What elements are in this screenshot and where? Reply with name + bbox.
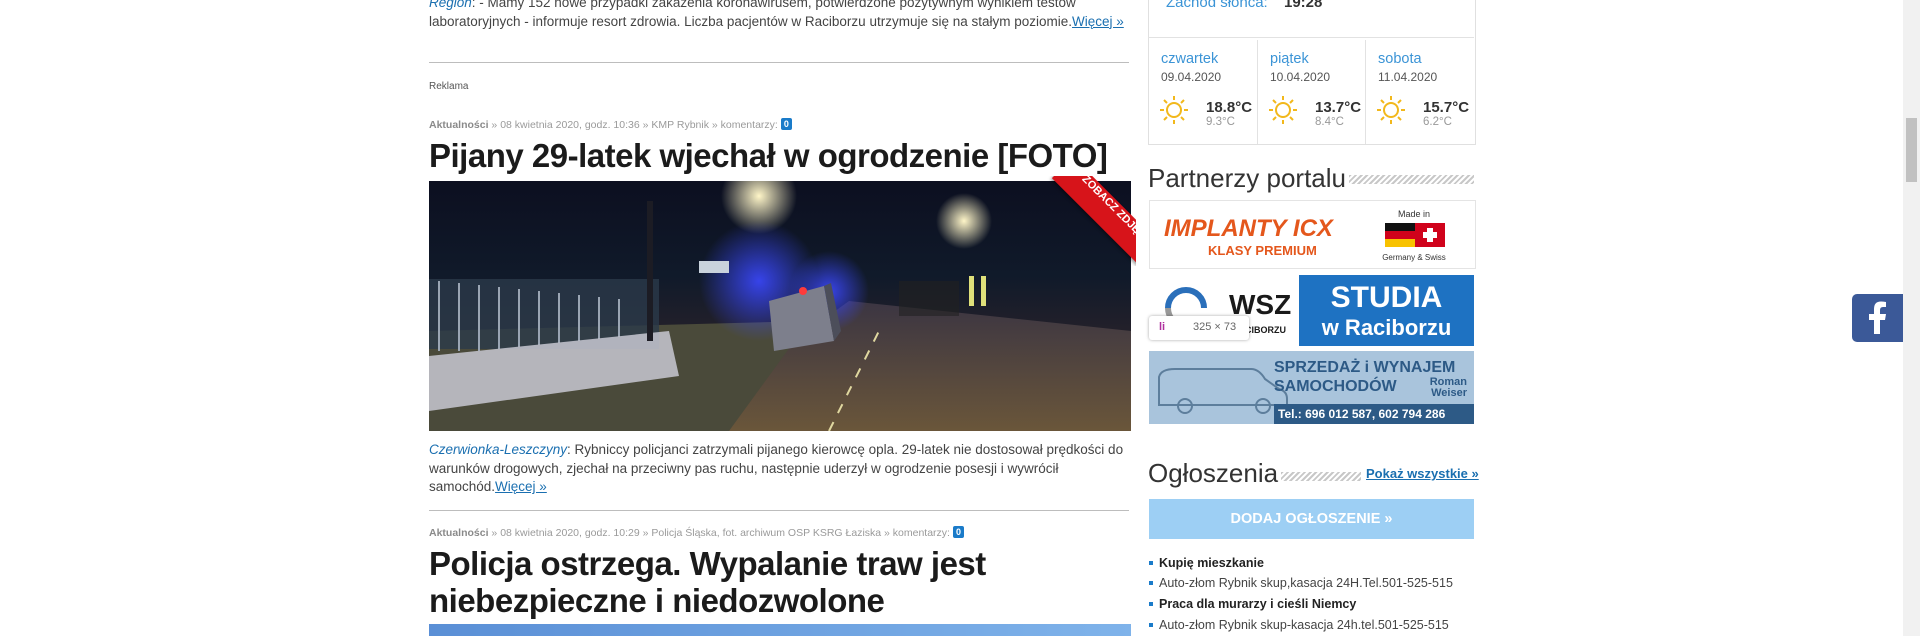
divider [429,510,1129,511]
divider [1148,37,1474,38]
cars-line2: SAMOCHODÓW [1274,378,1397,395]
meta-text: » 08 kwietnia 2020, godz. 10:36 » KMP Ry… [488,119,778,131]
article-excerpt-region: Region: - Mamy 152 nowe przypadki zakaże… [429,0,1129,31]
banner-subheadline: w Raciborzu [1321,315,1452,340]
ribbon-label: ZOBACZ ZDJĘCIA [1051,176,1136,266]
see-photos-ribbon[interactable]: ZOBACZ ZDJĘCIA [1040,176,1136,266]
category-link[interactable]: Aktualności [429,527,489,539]
add-ad-button[interactable]: DODAJ OGŁOSZENIE » [1149,499,1474,539]
bullet-icon [1149,561,1153,565]
temp-low: 8.4°C [1315,116,1344,128]
forecast-day: piątek 10.04.2020 13.7°C 8.4°C [1258,41,1366,144]
implanty-banner[interactable]: IMPLANTY ICX KLASY PREMIUM Made in Germa… [1149,200,1476,269]
title-stripe [1349,175,1474,184]
article-title[interactable]: Pijany 29-latek wjechał w ogrodzenie [FO… [429,137,1108,174]
scrollbar-thumb[interactable] [1906,118,1917,182]
partners-title: Partnerzy portalu [1148,163,1346,193]
facebook-side-button[interactable] [1852,294,1903,342]
ad-text: Kupię mieszkanie [1159,556,1264,570]
meta-text: » 08 kwietnia 2020, godz. 10:29 » Policj… [488,527,950,539]
night-crash-scene [429,181,1131,431]
cars-owner: Roman Weiser [1429,376,1467,399]
temp-low: 9.3°C [1206,116,1235,128]
title-stripe [1281,472,1361,481]
forecast-day: sobota 11.04.2020 15.7°C 6.2°C [1366,41,1474,144]
article-meta: Aktualności » 08 kwietnia 2020, godz. 10… [429,526,964,539]
excerpt-text: : - Mamy 152 nowe przypadki zakażenia ko… [429,0,1076,29]
article-excerpt: Czerwionka-Leszczyny: Rybniccy policjanc… [429,441,1131,497]
ad-label: Reklama [429,81,469,92]
day-date: 11.04.2020 [1378,70,1438,84]
temp-high: 15.7°C [1423,99,1470,116]
read-more-link[interactable]: Więcej » [1072,14,1124,29]
tooltip-size: 325 × 73 [1193,321,1237,333]
article-photo[interactable] [429,624,1131,636]
article-photo[interactable] [429,181,1131,431]
read-more-link[interactable]: Więcej » [495,479,547,494]
title-line-1: Policja ostrzega. Wypalanie traw jest [429,545,986,582]
article-title[interactable]: Policja ostrzega. Wypalanie traw jest ni… [429,545,986,619]
banner-origin: Germany & Swiss [1382,253,1446,262]
sun-icon [1269,96,1297,124]
page-scrollbar[interactable] [1903,0,1920,636]
forecast-day: czwartek 09.04.2020 18.8°C 9.3°C [1149,41,1257,144]
ad-text: Praca dla murarzy i cieśli Niemcy [1159,597,1357,611]
banner-brand: IMPLANTY ICX [1164,215,1333,242]
sun-icon [1377,96,1405,124]
temp-low: 6.2°C [1423,116,1452,128]
sunset-label: Zachód słońca: [1166,0,1268,11]
cars-line1: SPRZEDAŻ i WYNAJEM [1274,359,1456,376]
tooltip-tag: li [1159,321,1166,333]
bullet-icon [1149,602,1153,606]
list-item[interactable]: Kupię mieszkanie [1149,556,1264,570]
cars-banner[interactable]: SPRZEDAŻ i WYNAJEM SAMOCHODÓW Roman Weis… [1149,351,1474,424]
bullet-icon [1149,581,1153,585]
comment-count-badge[interactable]: 0 [952,526,964,538]
temp-high: 18.8°C [1206,99,1253,116]
list-item[interactable]: Auto-złom Rybnik skup-kasacja 24h.tel.50… [1149,618,1449,632]
temp-high: 13.7°C [1315,99,1362,116]
comment-count-badge[interactable]: 0 [780,118,792,130]
article-meta: Aktualności » 08 kwietnia 2020, godz. 10… [429,118,792,131]
article-place-link[interactable]: Czerwionka-Leszczyny [429,442,567,457]
banner-made-in: Made in [1397,209,1431,219]
day-name: piątek [1270,51,1309,67]
element-inspector-tooltip: li 325 × 73 [1149,316,1249,340]
sunset-time: 19:28 [1284,0,1323,11]
flags-icon [1385,223,1445,247]
banner-sub: KLASY PREMIUM [1208,243,1317,258]
day-date: 10.04.2020 [1270,70,1331,84]
ads-title: Ogłoszenia [1148,458,1279,488]
ad-text: Auto-złom Rybnik skup,kasacja 24H.Tel.50… [1159,576,1453,590]
article-place-link[interactable]: Region [429,0,472,10]
show-all-ads-link[interactable]: Pokaż wszystkie » [1366,466,1479,481]
list-item[interactable]: Praca dla murarzy i cieśli Niemcy [1149,597,1356,611]
ad-text: Auto-złom Rybnik skup-kasacja 24h.tel.50… [1159,618,1449,632]
banner-headline: STUDIA [1330,281,1443,314]
title-line-2: niebezpieczne i niedozwolone [429,582,885,619]
cars-phone: Tel.: 696 012 587, 602 794 286 [1274,404,1474,424]
bullet-icon [1149,623,1153,627]
list-item[interactable]: Auto-złom Rybnik skup,kasacja 24H.Tel.50… [1149,576,1453,590]
category-link[interactable]: Aktualności [429,119,489,131]
divider [429,62,1129,63]
facebook-icon [1869,301,1886,334]
day-date: 09.04.2020 [1161,70,1222,84]
day-name: czwartek [1161,51,1219,67]
sun-icon [1160,96,1188,124]
day-name: sobota [1378,51,1422,67]
